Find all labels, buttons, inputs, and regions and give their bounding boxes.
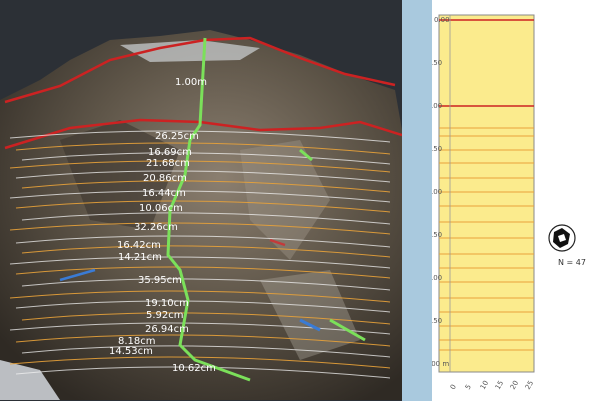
- measurement-label: 10.06cm: [139, 203, 183, 214]
- stereonet-count: N = 47: [558, 258, 586, 267]
- depth-tick: -0.50: [432, 59, 442, 67]
- bottom-axis: 0 5 10 15 20 25: [449, 379, 535, 391]
- depth-tick: -2.00: [432, 188, 442, 196]
- measurement-label: 14.53cm: [109, 346, 153, 357]
- measurement-label: 19.10cm: [145, 298, 189, 309]
- depth-tick: -3.50: [432, 317, 442, 325]
- strata-column: [438, 14, 535, 373]
- measurement-label: 1.00m: [175, 77, 207, 88]
- bottom-tick: 15: [494, 379, 505, 391]
- bottom-tick: 25: [524, 379, 535, 391]
- depth-tick: -4.00 m: [432, 360, 449, 368]
- measurement-label: 5.92cm: [146, 310, 184, 321]
- bottom-tick: 20: [509, 379, 520, 391]
- depth-tick: -2.50: [432, 231, 442, 239]
- depth-log-panel: 0.00 -0.50 -1.00 -1.50 -2.00 -2.50 -3.00…: [432, 0, 600, 401]
- measurement-label: 26.94cm: [145, 324, 189, 335]
- measurement-label: 32.26cm: [134, 222, 178, 233]
- measurement-label: 20.86cm: [143, 173, 187, 184]
- depth-tick: -3.00: [432, 274, 442, 282]
- measurement-label: 16.69cm: [148, 147, 192, 158]
- bottom-tick: 5: [464, 383, 473, 391]
- panel-divider[interactable]: [402, 0, 432, 401]
- measurement-label: 14.21cm: [118, 252, 162, 263]
- measurement-label: 21.68cm: [146, 158, 190, 169]
- depth-tick: -1.50: [432, 145, 442, 153]
- depth-tick: -1.00: [432, 102, 442, 110]
- 3d-viewport[interactable]: 1.00m 26.25cm 16.69cm 21.68cm 20.86cm 16…: [0, 0, 402, 401]
- bottom-tick: 0: [449, 383, 458, 391]
- measurement-label: 26.25cm: [155, 131, 199, 142]
- measurement-label: 16.44cm: [142, 188, 186, 199]
- measurement-label: 35.95cm: [138, 275, 182, 286]
- measurement-label: 16.42cm: [117, 240, 161, 251]
- measurement-label: 10.62cm: [172, 363, 216, 374]
- bottom-tick: 10: [479, 379, 490, 391]
- stereonet-icon[interactable]: N = 47: [548, 224, 586, 267]
- depth-tick: 0.00: [434, 16, 450, 24]
